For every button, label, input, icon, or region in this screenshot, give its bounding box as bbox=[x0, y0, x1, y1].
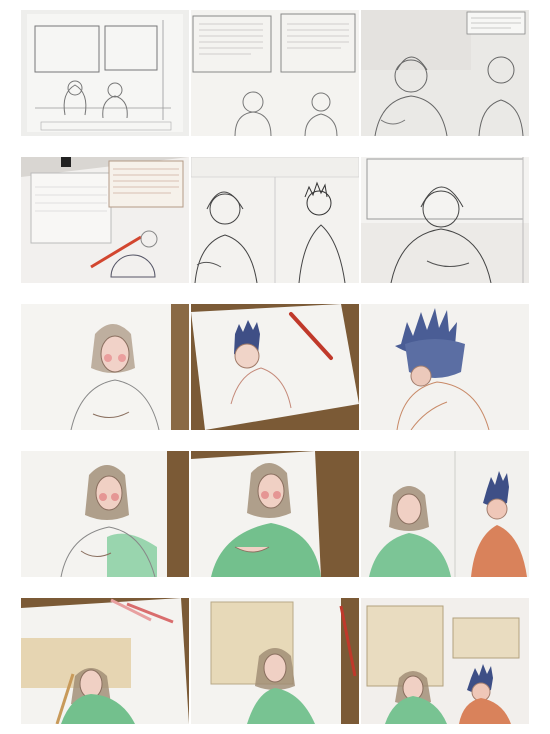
inked-line-art-pair-image bbox=[191, 157, 359, 283]
tile-inked-line-art-pair bbox=[191, 157, 359, 283]
process-collage bbox=[0, 0, 550, 734]
tile-pencil-sketch-panels bbox=[21, 10, 189, 136]
color-background-box-image bbox=[21, 598, 189, 724]
inked-line-art-closeup-image bbox=[361, 157, 529, 283]
tile-color-beige-panel bbox=[191, 598, 359, 724]
color-both-figures-image bbox=[361, 451, 529, 577]
tile-color-background-box bbox=[21, 598, 189, 724]
color-green-robe-image bbox=[191, 451, 359, 577]
tile-pencil-sketch-text-boxes bbox=[191, 10, 359, 136]
tile-pencil-sketch-closeup bbox=[361, 10, 529, 136]
lightbox-transfer-image bbox=[21, 157, 189, 283]
color-beige-panel-image bbox=[191, 598, 359, 724]
sketch-text-boxes-image bbox=[191, 10, 359, 136]
finished-panels-image bbox=[361, 598, 529, 724]
tile-inked-line-art-closeup bbox=[361, 157, 529, 283]
sketch-closeup-image bbox=[361, 10, 529, 136]
color-pencil-face-image bbox=[21, 304, 189, 430]
tile-color-pencil-face bbox=[21, 304, 189, 430]
color-skin-tones-image bbox=[21, 451, 189, 577]
tile-color-both-figures bbox=[361, 451, 529, 577]
tile-color-green-robe bbox=[191, 451, 359, 577]
color-pencil-hair-closeup-image bbox=[361, 304, 529, 430]
tile-color-skin-tones bbox=[21, 451, 189, 577]
color-pencil-hair-blue-image bbox=[191, 304, 359, 430]
tile-color-pencil-hair-closeup bbox=[361, 304, 529, 430]
tile-finished-panels bbox=[361, 598, 529, 724]
sketch-panels-image bbox=[21, 10, 189, 136]
tile-color-pencil-hair-blue bbox=[191, 304, 359, 430]
tile-lightbox-transfer bbox=[21, 157, 189, 283]
